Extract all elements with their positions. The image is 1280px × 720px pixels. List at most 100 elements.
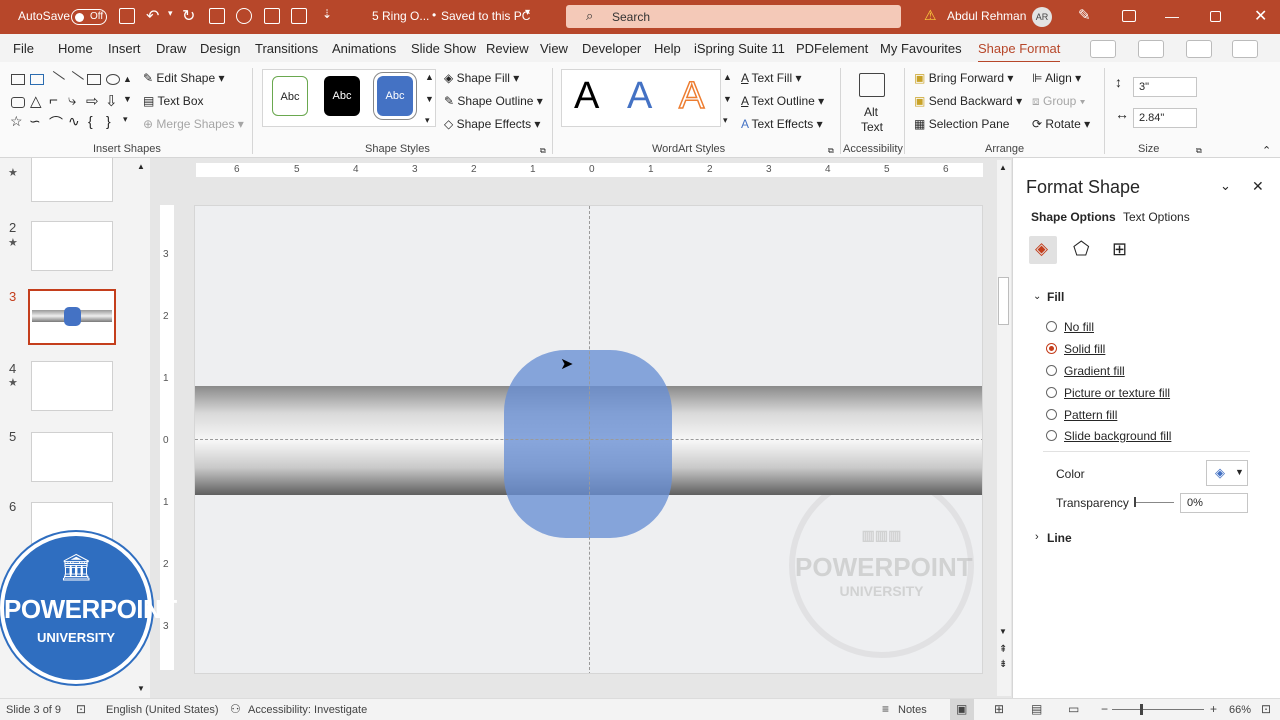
tab-review[interactable]: Review (486, 41, 529, 56)
solid-fill-label[interactable]: Solid fill (1064, 342, 1105, 356)
gallery-down-icon[interactable]: ▼ (123, 94, 132, 104)
fill-expand-icon[interactable]: ⌄ (1033, 291, 1041, 302)
gallery-up-icon[interactable]: ▲ (123, 74, 132, 84)
tab-design[interactable]: Design (200, 41, 240, 56)
reading-view-icon[interactable]: ▤ (1031, 702, 1042, 716)
slide-thumbnail-3[interactable] (28, 289, 116, 345)
text-effects-button[interactable]: A Text Effects ▾ (741, 117, 823, 131)
search-box[interactable]: ⌕ Search (566, 5, 901, 28)
text-fill-button[interactable]: A Text Fill ▾ (741, 71, 802, 85)
no-fill-label[interactable]: No fill (1064, 320, 1094, 334)
chevron-down-icon[interactable]: ▾ (525, 7, 530, 18)
oval-shape-icon[interactable] (106, 74, 120, 85)
draw-icon[interactable] (291, 8, 307, 24)
document-name[interactable]: 5 Ring O... (372, 9, 429, 23)
dialog-launcher-icon[interactable]: ⧉ (1196, 146, 1202, 156)
notes-button[interactable]: Notes (898, 704, 927, 716)
vertical-guide[interactable] (589, 206, 590, 673)
ribbon-display-icon[interactable] (1122, 10, 1136, 22)
horizontal-guide[interactable] (195, 439, 982, 440)
arc-icon[interactable]: ⌒ (49, 113, 63, 133)
canvas-scrollbar[interactable] (997, 160, 1011, 696)
slide-thumbnail-5[interactable] (31, 432, 113, 482)
align-button[interactable]: ⊫ Align ▾ (1032, 71, 1081, 85)
tab-text-options[interactable]: Text Options (1123, 210, 1190, 224)
transparency-slider[interactable] (1134, 502, 1174, 503)
shape-fill-button[interactable]: ◈ Shape Fill ▾ (444, 71, 519, 85)
slide-background-fill-label[interactable]: Slide background fill (1064, 429, 1171, 443)
next-slide-icon[interactable]: ⇟ (999, 659, 1007, 670)
gallery-more-icon[interactable]: ▾ (425, 115, 430, 126)
bring-forward-button[interactable]: ▣ Bring Forward ▾ (914, 71, 1013, 85)
slide-indicator[interactable]: Slide 3 of 9 (6, 704, 61, 716)
selection-pane-button[interactable]: ▦ Selection Pane (914, 117, 1009, 131)
fill-section-header[interactable]: Fill (1047, 290, 1064, 304)
textbox-shape-icon[interactable] (30, 74, 44, 85)
collapse-ribbon-icon[interactable]: ⌃ (1262, 144, 1271, 157)
zoom-slider[interactable] (1112, 709, 1204, 710)
save-icon[interactable] (119, 8, 135, 24)
color-picker-button[interactable]: ◈ ▼ (1206, 460, 1248, 486)
alt-text-icon[interactable] (859, 73, 885, 97)
group-button[interactable]: ⧈ Group ▾ (1032, 94, 1086, 109)
scribble-icon[interactable]: ∿ (68, 113, 80, 130)
picture-fill-label[interactable]: Picture or texture fill (1064, 386, 1170, 400)
shape-style-3[interactable]: Abc (377, 76, 413, 116)
autosave-toggle[interactable]: Off (71, 9, 107, 25)
size-properties-icon[interactable]: ⊞ (1112, 239, 1127, 260)
text-box-button[interactable]: ▤ Text Box (143, 94, 204, 108)
triangle-shape-icon[interactable]: △ (30, 92, 42, 110)
shape-effects-button[interactable]: ◇ Shape Effects ▾ (444, 117, 540, 131)
redo-icon[interactable]: ↻ (182, 6, 195, 26)
spelling-icon[interactable]: ⊡ (76, 702, 86, 716)
tab-home[interactable]: Home (58, 41, 93, 56)
arrow-line-shape-icon[interactable] (66, 70, 84, 89)
notes-icon[interactable]: ≡ (882, 702, 889, 716)
alt-text-label-1[interactable]: Alt (864, 105, 878, 119)
previous-slide-icon[interactable]: ⇞ (999, 644, 1007, 655)
slide-thumbnail-1[interactable] (31, 158, 113, 202)
save-status[interactable]: Saved to this PC (441, 9, 530, 23)
gallery-up-icon[interactable]: ▲ (425, 72, 434, 82)
effects-pentagon-icon[interactable]: ⬠ (1073, 238, 1090, 261)
picture-fill-radio[interactable] (1046, 387, 1057, 398)
star-shape-icon[interactable]: ☆ (10, 113, 23, 130)
accessibility-icon[interactable]: ⚇ (230, 702, 241, 716)
wordart-style-3[interactable]: A (678, 74, 705, 118)
scroll-up-icon[interactable]: ▲ (999, 163, 1007, 172)
scroll-up-icon[interactable]: ▲ (137, 162, 145, 171)
record-button[interactable] (1138, 40, 1164, 58)
shape-width-input[interactable]: 2.84" (1133, 108, 1197, 128)
tab-file[interactable]: File (13, 41, 34, 56)
share-icon[interactable] (1232, 40, 1258, 58)
transparency-slider-thumb[interactable] (1134, 497, 1136, 507)
line-section-header[interactable]: Line (1047, 531, 1072, 545)
text-outline-button[interactable]: A Text Outline ▾ (741, 94, 824, 108)
zoom-level[interactable]: 66% (1229, 704, 1251, 716)
warning-icon[interactable]: ⚠ (924, 7, 937, 24)
tab-help[interactable]: Help (654, 41, 681, 56)
dialog-launcher-icon[interactable]: ⧉ (540, 146, 546, 156)
solid-fill-radio[interactable] (1046, 343, 1057, 354)
pane-close-icon[interactable]: ✕ (1252, 178, 1264, 195)
pattern-fill-radio[interactable] (1046, 409, 1057, 420)
scrollbar-thumb[interactable] (998, 277, 1009, 325)
shape-style-2[interactable]: Abc (324, 76, 360, 116)
tab-my-favourites[interactable]: My Favourites (880, 41, 962, 56)
accessibility-status[interactable]: Accessibility: Investigate (248, 704, 367, 716)
tab-transitions[interactable]: Transitions (255, 41, 318, 56)
merge-shapes-button[interactable]: ⊕ Merge Shapes ▾ (143, 117, 244, 131)
tab-pdfelement[interactable]: PDFelement (796, 41, 868, 56)
fit-to-window-icon[interactable]: ⊡ (1261, 702, 1271, 716)
gradient-fill-label[interactable]: Gradient fill (1064, 364, 1125, 378)
record-icon[interactable] (236, 8, 252, 24)
wordart-style-2[interactable]: A (627, 74, 652, 118)
rectangle-shape-icon[interactable] (87, 74, 101, 85)
left-brace-icon[interactable]: { (88, 113, 93, 129)
line-expand-icon[interactable]: › (1035, 531, 1039, 543)
present-teams-icon[interactable] (1186, 40, 1212, 58)
dialog-launcher-icon[interactable]: ⧉ (828, 146, 834, 156)
scroll-down-icon[interactable]: ▼ (137, 684, 145, 693)
user-name[interactable]: Abdul Rehman (947, 9, 1026, 23)
slide-thumbnail-2[interactable] (31, 221, 113, 271)
